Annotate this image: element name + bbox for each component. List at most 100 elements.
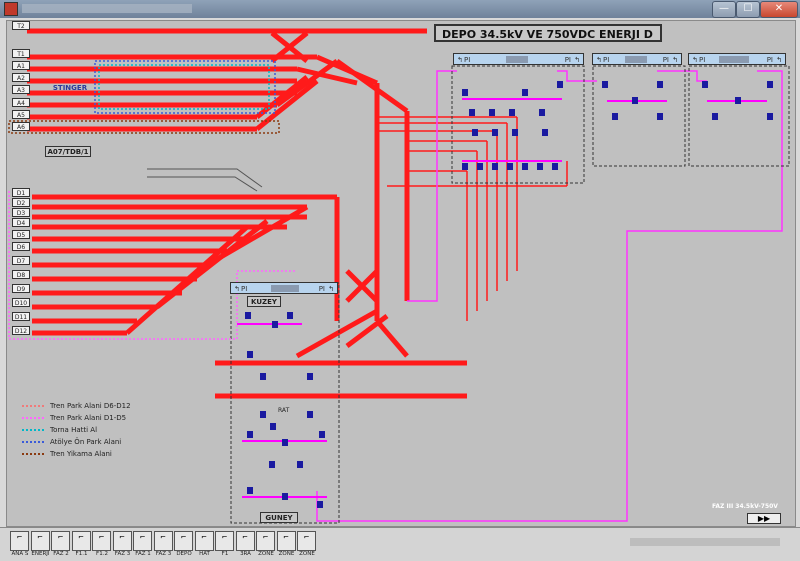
track-label: D9 (12, 284, 30, 293)
nav-label: F1.1 (75, 551, 88, 557)
nav-button[interactable]: ⌐ (235, 531, 255, 551)
nav-icon: ⌐ (242, 533, 248, 541)
footer-status-redacted (630, 538, 780, 546)
rat-label: RAT (278, 407, 290, 414)
nav-button[interactable]: ⌐ (153, 531, 173, 551)
track-label: D12 (12, 326, 30, 335)
track-label: T1 (12, 49, 30, 58)
track-label: A2 (12, 73, 30, 82)
nav-button[interactable]: ⌐ (133, 531, 152, 551)
nav-button[interactable]: ⌐ (92, 531, 111, 551)
nav-label: FAZ 3 (114, 551, 131, 557)
close-button[interactable]: ✕ (760, 1, 798, 18)
nav-button[interactable]: ⌐ (297, 531, 316, 551)
track-label: T2 (12, 21, 30, 30)
nav-icon: ⌐ (180, 533, 187, 541)
legend-label: Tren Yikama Alani (50, 450, 112, 458)
legend-item: Tren Yikama Alani (22, 448, 131, 460)
nav-button[interactable]: ⌐ (194, 531, 214, 551)
legend-item: Atölye Ön Park Alani (22, 436, 131, 448)
track-label: D11 (12, 312, 30, 321)
nav-label: ZONE (278, 551, 295, 557)
nav-label: ANA S (11, 551, 29, 557)
nav-icon: ⌐ (221, 533, 228, 541)
track-label: D5 (12, 230, 30, 239)
track-label: D6 (12, 242, 30, 251)
track-label: D2 (12, 198, 30, 207)
track-label: A5 (12, 110, 30, 119)
nav-label: ZONE (258, 551, 274, 557)
track-label: A3 (12, 85, 30, 94)
nav-button[interactable]: ⌐ (71, 531, 91, 551)
legend-swatch (22, 453, 44, 455)
legend-item: Torna Hatti Al (22, 424, 131, 436)
faz-label: FAZ III 34.5kV-750V (712, 503, 778, 510)
window-title-redacted (22, 4, 192, 13)
nav-button[interactable]: ⌐ (256, 531, 275, 551)
legend-label: Atölye Ön Park Alani (50, 438, 122, 446)
a07-tdb-label: A07/TDB/1 (45, 146, 91, 157)
nav-icon: ⌐ (262, 533, 269, 541)
nav-icon: ⌐ (98, 533, 105, 541)
siding (147, 168, 263, 192)
nav-label: F1 (221, 551, 229, 557)
track-label: D8 (12, 270, 30, 279)
nav-icon: ⌐ (57, 533, 64, 541)
nav-label: FAZ 2 (53, 551, 69, 557)
maximize-button[interactable]: ☐ (736, 1, 760, 18)
track-label: D3 (12, 208, 30, 217)
track-label: D4 (12, 218, 30, 227)
nav-icon: ⌐ (16, 533, 23, 541)
nav-icon: ⌐ (78, 533, 84, 541)
track-label: A1 (12, 61, 30, 70)
page-title: DEPO 34.5kV VE 750VDC ENERJI D (434, 24, 662, 42)
legend-label: Torna Hatti Al (50, 426, 98, 434)
enclosures (230, 65, 790, 524)
nav-label: DEPO (176, 551, 192, 557)
legend: Tren Park Alani D6-D12 Tren Park Alani D1… (22, 400, 131, 460)
track-label: A6 (12, 122, 30, 131)
nav-label: FAZ 1 (135, 551, 151, 557)
panel-header-2[interactable]: ↰ PI PI ↰ (592, 53, 682, 65)
window-titlebar: — ☐ ✕ (0, 0, 800, 18)
nav-icon: ⌐ (201, 533, 207, 541)
legend-swatch (22, 441, 44, 443)
nav-label: HAT (199, 551, 210, 557)
legend-item: Tren Park Alani D6-D12 (22, 400, 131, 412)
panel-header-4[interactable]: ↰ PI PI ↰ (230, 282, 338, 294)
nav-button[interactable]: ⌐ (30, 531, 50, 551)
minimize-button[interactable]: — (712, 1, 736, 18)
nav-label: 3RA (240, 551, 251, 557)
nav-label: ZONE (299, 551, 315, 557)
nav-label: F1.2 (96, 551, 108, 557)
switchgear-group (237, 98, 767, 498)
nav-label: ENERJI (31, 551, 50, 557)
nav-icon: ⌐ (303, 533, 310, 541)
nav-button[interactable]: ⌐ (112, 531, 132, 551)
panel-header-1[interactable]: ↰ PI PI ↰ (453, 53, 584, 65)
nav-label: FAZ 3 (155, 551, 172, 557)
app-icon (4, 2, 18, 16)
legend-label: Tren Park Alani D6-D12 (50, 402, 131, 410)
legend-swatch (22, 405, 44, 407)
nav-button[interactable]: ⌐ (276, 531, 296, 551)
nav-button[interactable]: ⌐ (174, 531, 193, 551)
nav-button[interactable]: ⌐ (215, 531, 234, 551)
nav-icon: ⌐ (119, 533, 125, 541)
nav-icon: ⌐ (37, 533, 43, 541)
panel-header-3[interactable]: ↰ PI PI ↰ (688, 53, 786, 65)
nav-button[interactable]: ⌐ (10, 531, 29, 551)
track-label: A4 (12, 98, 30, 107)
nav-icon: ⌐ (283, 533, 289, 541)
nav-button[interactable]: ⌐ (51, 531, 70, 551)
guney-label: GUNEY (260, 512, 298, 523)
legend-item: Tren Park Alani D1-D5 (22, 412, 131, 424)
nav-icon: ⌐ (139, 533, 146, 541)
legend-label: Tren Park Alani D1-D5 (50, 414, 127, 422)
legend-swatch (22, 429, 44, 431)
nav-icon: ⌐ (160, 533, 166, 541)
next-page-button[interactable]: ▶▶ (747, 513, 781, 524)
legend-swatch (22, 417, 44, 419)
navigation-bar: ⌐ ANA S ⌐ ENERJI ⌐ FAZ 2 ⌐ F1.1 ⌐ F1.2 ⌐ FAZ 3 ⌐ FAZ … (0, 527, 800, 561)
power-cable (316, 70, 783, 522)
